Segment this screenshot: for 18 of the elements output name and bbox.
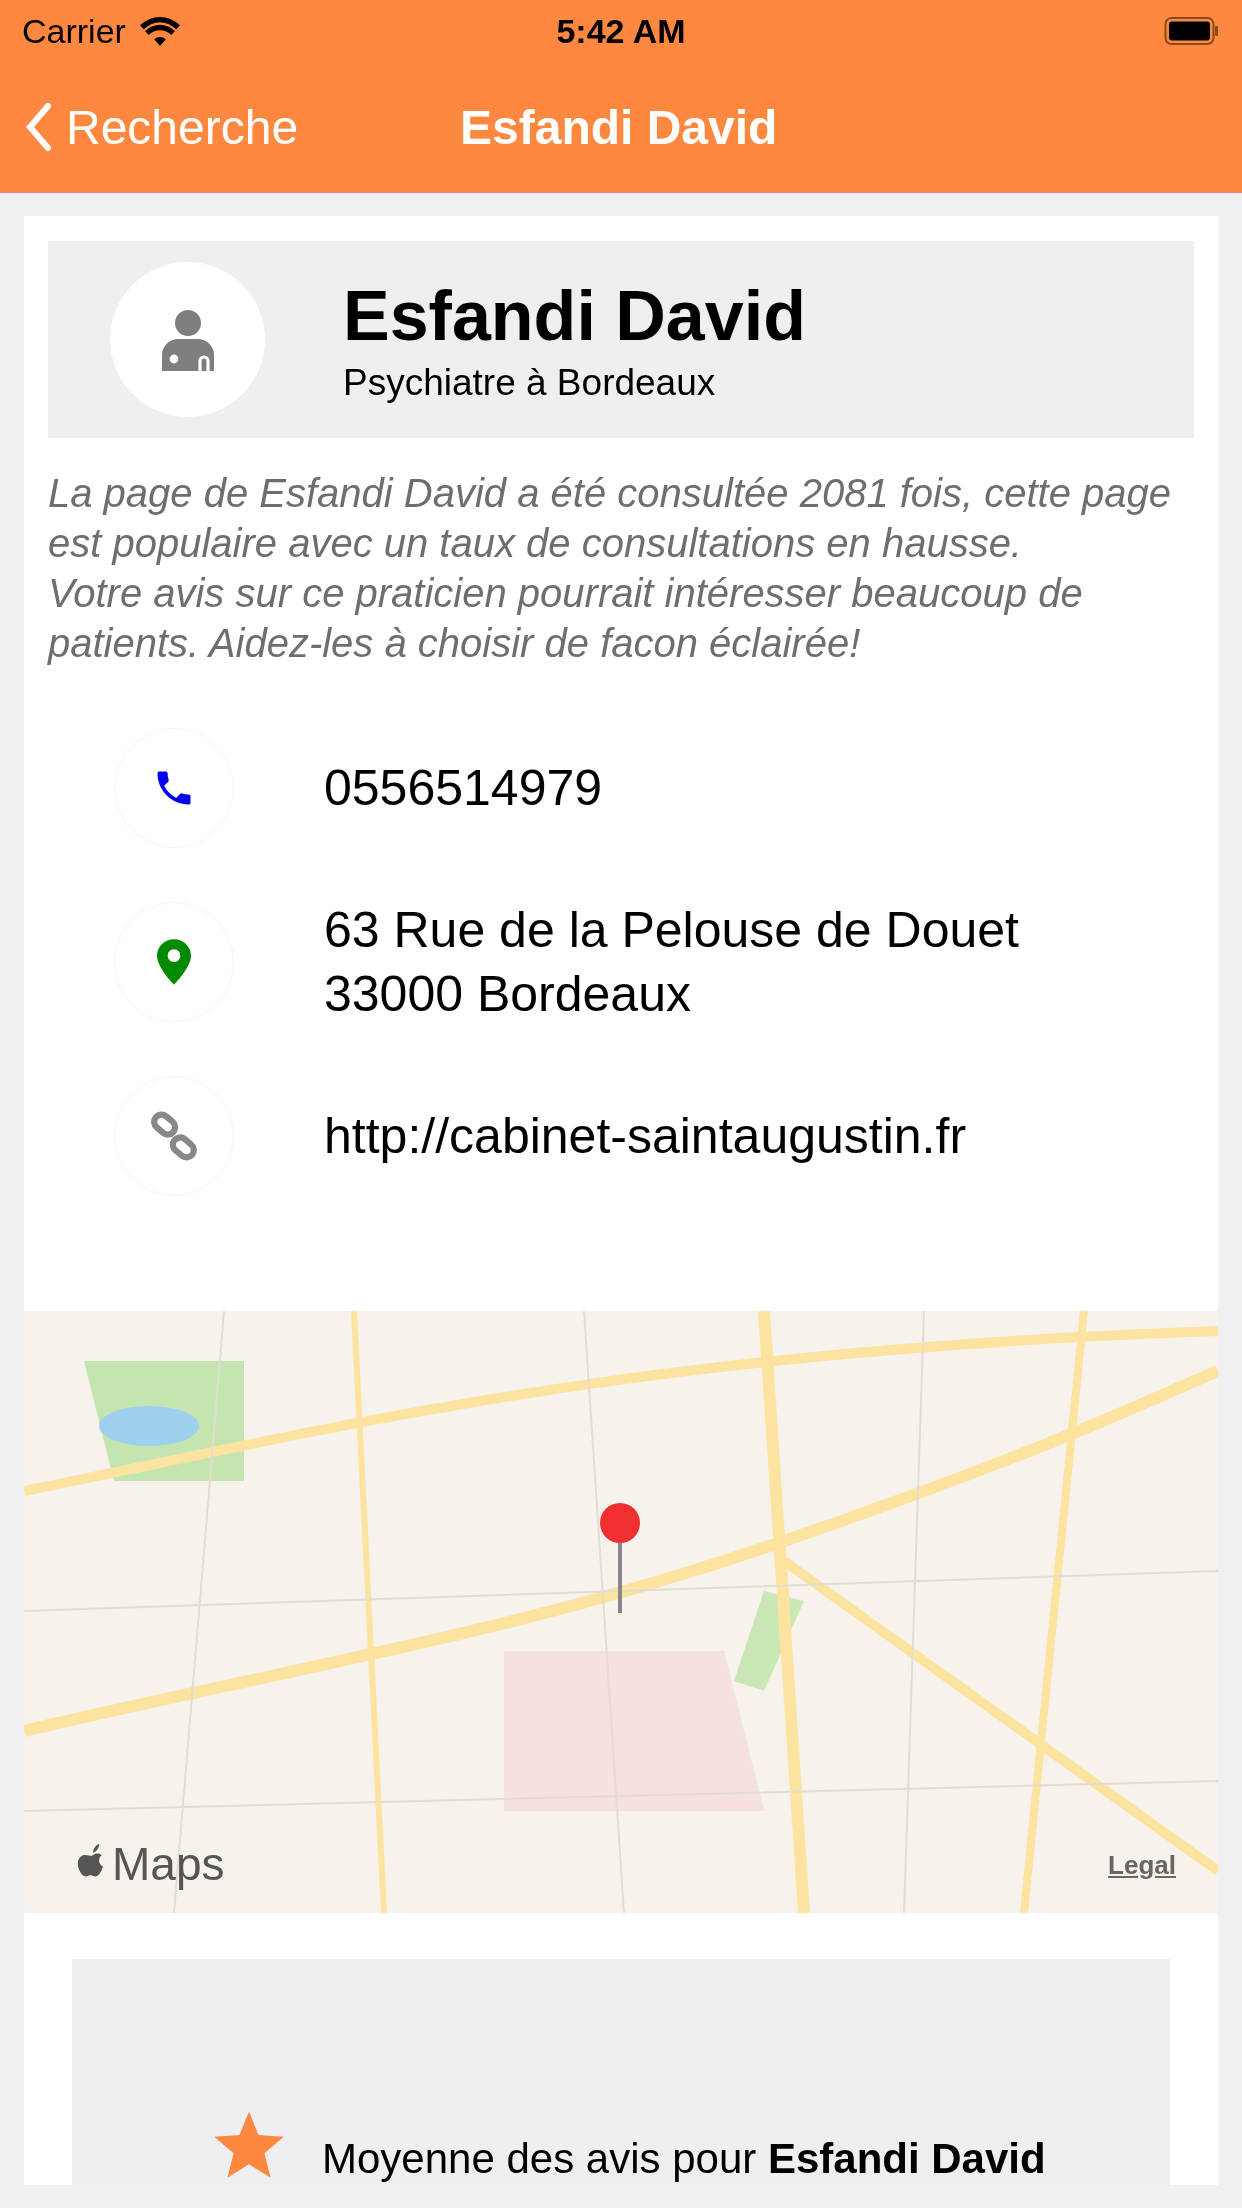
battery-icon bbox=[1164, 16, 1220, 46]
website-link[interactable]: http://cabinet-saintaugustin.fr bbox=[324, 1104, 967, 1168]
doctor-specialty: Psychiatre à Bordeaux bbox=[343, 361, 717, 404]
legal-link[interactable]: Legal bbox=[1108, 1850, 1176, 1881]
location-pin-icon bbox=[157, 939, 191, 985]
address-text: 63 Rue de la Pelouse de Douet 33000 Bordeaux bbox=[324, 901, 1019, 1024]
status-time: 5:42 AM bbox=[555, 11, 687, 51]
description-text: Votre avis sur ce praticien pourrait intéresser beaucoup de patients. Aidez-les à choisir de facon éclairée! bbox=[48, 570, 1084, 667]
phone-number[interactable]: 0556514979 bbox=[324, 756, 603, 820]
description-text: La page de Esfandi David a été consultée 2081 fois, cette page est populaire avec un taux de consultations en hausse. bbox=[48, 470, 1173, 567]
maps-logo: Maps bbox=[76, 1837, 225, 1891]
link-icon bbox=[149, 1111, 199, 1161]
carrier-label: Carrier bbox=[22, 11, 126, 51]
wifi-icon bbox=[139, 16, 180, 46]
nav-title: Esfandi David bbox=[460, 99, 778, 155]
chevron-left-icon bbox=[24, 102, 52, 152]
rating-title: Moyenne des avis pour Esfandi David bbox=[322, 2135, 1046, 2183]
doctor-name: Esfandi David bbox=[343, 275, 806, 356]
